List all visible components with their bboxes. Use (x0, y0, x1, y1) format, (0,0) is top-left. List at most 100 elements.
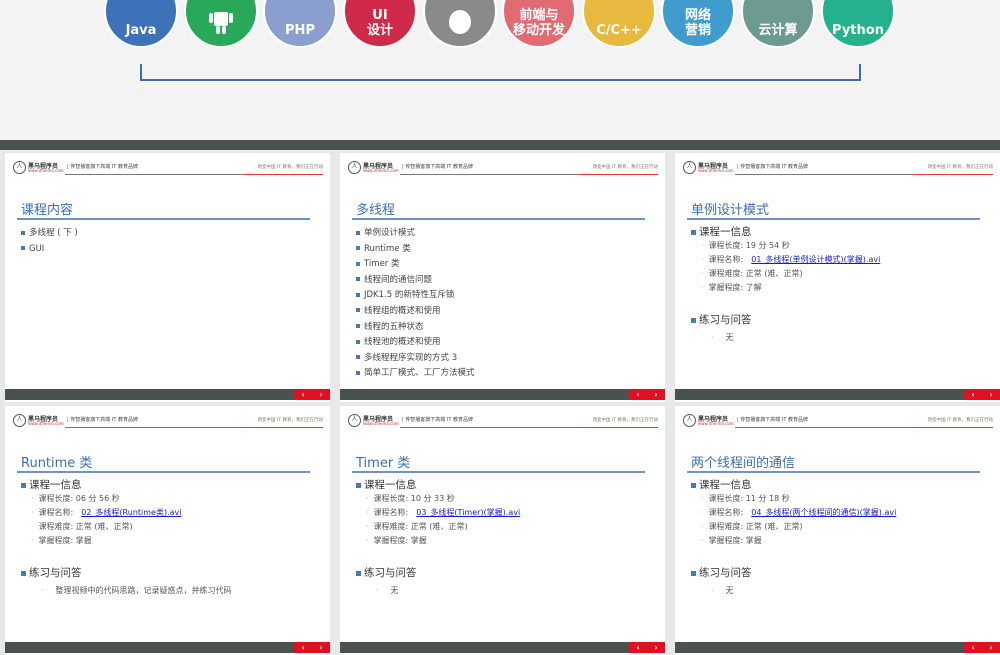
course-length: 课程长度: 11 分 18 秒 (708, 494, 790, 503)
header-rule-accent (243, 174, 323, 175)
logo-url: www.itheima.com (28, 421, 64, 426)
track-item-circle[interactable]: C/C++ (582, 0, 656, 48)
track-item-circle[interactable]: UI 设计 (343, 0, 417, 48)
next-button[interactable]: › (989, 642, 992, 653)
course-difficulty: 课程难度: 正常 (难、正常) (708, 269, 803, 278)
section-course-info: 课程一信息 (21, 477, 82, 492)
next-button[interactable]: › (654, 389, 657, 400)
course-file-link[interactable]: 04_多线程(两个线程间的通信)(掌握).avi (751, 508, 896, 517)
track-label: 云计算 (758, 23, 798, 38)
track-apple-circle[interactable] (423, 0, 497, 48)
header-slogan: | 传智播客旗下高端 IT 教育品牌 (737, 417, 808, 423)
header-rule-accent (243, 427, 323, 428)
logo-url: www.itheima.com (698, 421, 734, 426)
next-button[interactable]: › (989, 389, 992, 400)
next-button[interactable]: › (654, 642, 657, 653)
next-button[interactable]: › (319, 642, 322, 653)
logo-icon: 人 (13, 161, 26, 174)
logo-url: www.itheima.com (363, 421, 399, 426)
course-mastery: 掌握程度: 掌握 (38, 536, 92, 545)
course-name-label: 课程名称: (38, 508, 74, 517)
header-slogan: | 传智播客旗下高端 IT 教育品牌 (402, 164, 473, 170)
qa-text: 无 (725, 586, 734, 595)
header-motto: 改变中国 IT 教育，我们正在行动 (927, 165, 993, 170)
slide-header: 人 黑马程序员 www.itheima.com | 传智播客旗下高端 IT 教育… (683, 161, 993, 175)
prev-button[interactable]: ‹ (301, 389, 304, 400)
list-item: 多线程程序实现的方式 3 (356, 351, 475, 367)
track-item-circle[interactable]: 网络 营销 (661, 0, 735, 48)
list-item: Timer 类 (356, 257, 475, 273)
slide-title: 多线程 (356, 203, 396, 218)
slide-thumbnail[interactable]: 人 黑马程序员 www.itheima.com | 传智播客旗下高端 IT 教育… (340, 153, 665, 402)
course-length: 课程长度: 19 分 54 秒 (708, 241, 790, 250)
slide-title: 两个线程间的通信 (691, 456, 796, 471)
track-item-circle[interactable]: Python (821, 0, 895, 48)
track-item-circle[interactable]: PHP (263, 0, 337, 48)
qa-text: 无 (725, 333, 734, 342)
logo-url: www.itheima.com (363, 168, 399, 173)
slide-nav: ‹ › (629, 642, 665, 653)
course-difficulty: 课程难度: 正常 (难、正常) (708, 522, 803, 531)
title-rule (352, 218, 645, 220)
track-label: 前端与 移动开发 (512, 8, 565, 38)
prev-button[interactable]: ‹ (636, 642, 639, 653)
slide-thumbnail[interactable]: 人 黑马程序员 www.itheima.com | 传智播客旗下高端 IT 教育… (675, 153, 1000, 402)
slide-title: 单例设计模式 (691, 203, 770, 218)
section-course-info: 课程一信息 (356, 477, 417, 492)
header-slogan: | 传智播客旗下高端 IT 教育品牌 (67, 164, 138, 170)
qa-text: 整理视频中的代码思路，记录疑惑点，并练习代码 (55, 586, 232, 595)
bullet-list: 多线程 ( 下 ) GUI (21, 226, 78, 257)
list-item: 线程间的通信问题 (356, 273, 475, 289)
list-item: 单例设计模式 (356, 226, 475, 242)
header-motto: 改变中国 IT 教育，我们正在行动 (927, 418, 993, 423)
apple-icon (449, 10, 471, 34)
slide-footer-bar (675, 389, 1000, 400)
header-motto: 改变中国 IT 教育，我们正在行动 (592, 165, 658, 170)
slide-thumbnail[interactable]: 人 黑马程序员 www.itheima.com | 传智播客旗下高端 IT 教育… (5, 153, 330, 402)
slide-footer-bar (675, 642, 1000, 653)
track-item-circle[interactable]: 前端与 移动开发 (502, 0, 576, 48)
list-item: GUI (21, 242, 78, 258)
prev-button[interactable]: ‹ (636, 389, 639, 400)
course-file-link[interactable]: 03_多线程(Timer)(掌握).avi (416, 508, 520, 517)
list-item: 线程的五种状态 (356, 320, 475, 336)
prev-button[interactable]: ‹ (301, 642, 304, 653)
course-mastery: 掌握程度: 掌握 (373, 536, 427, 545)
slide-title: Timer 类 (356, 456, 411, 471)
header-motto: 改变中国 IT 教育，我们正在行动 (257, 418, 323, 423)
slide-thumbnail[interactable]: 人 黑马程序员 www.itheima.com | 传智播客旗下高端 IT 教育… (340, 406, 665, 655)
slide-header: 人 黑马程序员 www.itheima.com | 传智播客旗下高端 IT 教育… (348, 414, 658, 428)
course-info: · 课程长度: 19 分 54 秒 · 课程名称: 01_多线程(单例设计模式)(掌握… (701, 241, 881, 292)
course-file-link[interactable]: 01_多线程(单例设计模式)(掌握).avi (751, 255, 880, 264)
track-label: C/C++ (596, 23, 642, 38)
title-rule (687, 471, 980, 473)
prev-button[interactable]: ‹ (971, 642, 974, 653)
next-button[interactable]: › (319, 389, 322, 400)
track-android-circle[interactable] (184, 0, 258, 48)
title-rule (17, 218, 310, 220)
slide-header: 人 黑马程序员 www.itheima.com | 传智播客旗下高端 IT 教育… (348, 161, 658, 175)
slide-thumbnail[interactable]: 人 黑马程序员 www.itheima.com | 传智播客旗下高端 IT 教育… (675, 406, 1000, 655)
list-item: 线程池的概述和使用 (356, 335, 475, 351)
course-name-label: 课程名称: (708, 255, 744, 264)
header-rule-accent (913, 427, 993, 428)
title-rule (687, 218, 980, 220)
slide-thumbnail[interactable]: 人 黑马程序员 www.itheima.com | 传智播客旗下高端 IT 教育… (5, 406, 330, 655)
logo-icon: 人 (683, 414, 696, 427)
prev-button[interactable]: ‹ (971, 389, 974, 400)
section-qa: 练习与问答 (21, 565, 82, 580)
logo-url: www.itheima.com (28, 168, 64, 173)
course-info: · 课程长度: 11 分 18 秒 · 课程名称: 04_多线程(两个线程间的通信)(… (701, 494, 897, 545)
course-mastery: 掌握程度: 了解 (708, 283, 762, 292)
track-item-circle[interactable]: 云计算 (741, 0, 815, 48)
slide-nav: ‹ › (294, 642, 330, 653)
track-label: PHP (285, 23, 315, 38)
list-item: Runtime 类 (356, 242, 475, 258)
course-length: 课程长度: 06 分 56 秒 (38, 494, 120, 503)
track-item-circle[interactable]: Java (104, 0, 178, 48)
divider-band (0, 140, 1000, 150)
course-length: 课程长度: 10 分 33 秒 (373, 494, 455, 503)
slide-nav: ‹ › (964, 642, 1000, 653)
course-file-link[interactable]: 02_多线程(Runtime类).avi (81, 508, 181, 517)
slide-nav: ‹ › (964, 389, 1000, 400)
